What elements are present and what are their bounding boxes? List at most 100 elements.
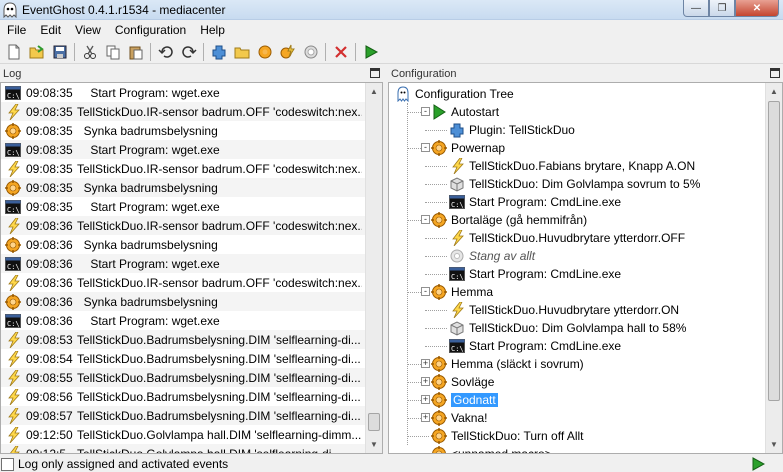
- log-row[interactable]: 09:08:36 Synka badrumsbelysning: [1, 292, 382, 311]
- add-plugin-icon[interactable]: [207, 41, 230, 63]
- tree-node-label: Powernap: [451, 141, 506, 155]
- log-row[interactable]: 09:08:54 TellStickDuo.Badrumsbelysning.DI…: [1, 349, 382, 368]
- menu-view[interactable]: View: [68, 23, 108, 37]
- log-row[interactable]: C:\ 09:08:35 Start Program: wget.exe: [1, 83, 382, 102]
- tree-node[interactable]: Bortaläge (gå hemmifrån): [431, 211, 587, 229]
- tree-node[interactable]: Powernap: [431, 139, 505, 157]
- tree-node-label: Bortaläge (gå hemmifrån): [451, 213, 588, 227]
- log-row[interactable]: 09:12:50 TellStickDuo.Golvlampa hall.DIM …: [1, 425, 382, 444]
- log-message: TellStickDuo.Golvlampa hall.DIM 'selflea…: [77, 446, 342, 454]
- log-row[interactable]: 09:08:56 TellStickDuo.Badrumsbelysning.DI…: [1, 387, 382, 406]
- add-folder-icon[interactable]: [230, 41, 253, 63]
- log-scroll-thumb[interactable]: [368, 413, 380, 431]
- console-icon: C:\: [4, 85, 22, 101]
- tree-node[interactable]: TellStickDuo: Dim Golvlampa sovrum to 5%: [449, 175, 700, 193]
- open-folder-icon[interactable]: [25, 41, 48, 63]
- tree-node[interactable]: Configuration Tree: [395, 85, 514, 103]
- tree-node[interactable]: Godnatt: [431, 391, 498, 409]
- maximize-button[interactable]: ❐: [709, 0, 735, 17]
- tree-node[interactable]: Hemma (släckt i sovrum): [431, 355, 584, 373]
- tree-node[interactable]: TellStickDuo.Huvudbrytare ytterdorr.ON: [449, 301, 679, 319]
- paste-icon[interactable]: [124, 41, 147, 63]
- menu-help[interactable]: Help: [193, 23, 232, 37]
- menu-file[interactable]: File: [0, 23, 33, 37]
- add-event-icon[interactable]: [276, 41, 299, 63]
- tree-node[interactable]: Sovläge: [431, 373, 494, 391]
- tree-node[interactable]: C:\ Start Program: CmdLine.exe: [449, 265, 621, 283]
- log-only-assigned-checkbox[interactable]: [1, 457, 14, 471]
- log-row[interactable]: C:\ 09:08:35 Start Program: wget.exe: [1, 197, 382, 216]
- collapse-icon[interactable]: -: [421, 143, 430, 152]
- tree-node[interactable]: Stang av allt: [449, 247, 535, 265]
- macro-gear-icon: [4, 236, 22, 253]
- scroll-down-icon[interactable]: ▼: [766, 436, 782, 453]
- log-time: 09:08:54: [26, 351, 73, 366]
- new-file-icon[interactable]: [2, 41, 25, 63]
- save-icon[interactable]: [48, 41, 71, 63]
- menu-edit[interactable]: Edit: [33, 23, 68, 37]
- scroll-down-icon[interactable]: ▼: [366, 436, 382, 453]
- config-maximize-icon[interactable]: [770, 68, 780, 78]
- log-row[interactable]: 09:08:57 TellStickDuo.Badrumsbelysning.DI…: [1, 406, 382, 425]
- menu-configuration[interactable]: Configuration: [108, 23, 193, 37]
- tree-node[interactable]: Plugin: TellStickDuo: [449, 121, 575, 139]
- execute-icon[interactable]: [359, 41, 382, 63]
- tree-scrollbar[interactable]: ▲ ▼: [765, 83, 782, 453]
- add-macro-icon[interactable]: [253, 41, 276, 63]
- log-row[interactable]: 09:08:36 Synka badrumsbelysning: [1, 235, 382, 254]
- cut-icon[interactable]: [78, 41, 101, 63]
- expand-icon[interactable]: +: [421, 395, 430, 404]
- tree-node[interactable]: TellStickDuo.Huvudbrytare ytterdorr.OFF: [449, 229, 685, 247]
- expand-icon[interactable]: +: [421, 377, 430, 386]
- tree-node-label: TellStickDuo: Turn off Allt: [451, 429, 584, 443]
- configuration-tree: Configuration Tree Autostart - Plugin: Tell…: [388, 82, 783, 454]
- close-button[interactable]: ✕: [735, 0, 779, 17]
- collapse-icon[interactable]: -: [421, 287, 430, 296]
- collapse-icon[interactable]: -: [421, 107, 430, 116]
- log-row[interactable]: 09:08:55 TellStickDuo.Badrumsbelysning.DI…: [1, 368, 382, 387]
- log-time: 09:08:35: [26, 123, 73, 138]
- add-action-icon[interactable]: [299, 41, 322, 63]
- tree-connector: [425, 274, 447, 275]
- tree-node-label: Configuration Tree: [415, 87, 514, 101]
- tree-node[interactable]: C:\ Start Program: CmdLine.exe: [449, 193, 621, 211]
- log-row[interactable]: C:\ 09:08:36 Start Program: wget.exe: [1, 311, 382, 330]
- tree-node[interactable]: <unnamed macro>: [431, 445, 552, 453]
- tree-scroll-thumb[interactable]: [768, 101, 780, 401]
- tree-node[interactable]: TellStickDuo.Fabians brytare, Knapp A.ON: [449, 157, 695, 175]
- redo-icon[interactable]: [177, 41, 200, 63]
- tree-node-label: Autostart: [451, 105, 500, 119]
- log-scrollbar[interactable]: ▲ ▼: [365, 83, 382, 453]
- play-icon[interactable]: [751, 457, 766, 472]
- log-row[interactable]: 09:08:36 TellStickDuo.IR-sensor badrum.OF…: [1, 273, 382, 292]
- tree-node[interactable]: Vakna!: [431, 409, 487, 427]
- disabled-action-icon: [449, 248, 465, 264]
- log-row[interactable]: 09:08:35 Synka badrumsbelysning: [1, 178, 382, 197]
- expand-icon[interactable]: +: [421, 413, 430, 422]
- log-row[interactable]: 09:08:36 TellStickDuo.IR-sensor badrum.OF…: [1, 216, 382, 235]
- tree-node[interactable]: Autostart: [431, 103, 499, 121]
- collapse-icon[interactable]: -: [421, 215, 430, 224]
- log-row[interactable]: C:\ 09:08:36 Start Program: wget.exe: [1, 254, 382, 273]
- delete-icon[interactable]: [329, 41, 352, 63]
- copy-icon[interactable]: [101, 41, 124, 63]
- tree-node[interactable]: TellStickDuo: Turn off Allt: [431, 427, 584, 445]
- log-row[interactable]: 09:08:53 TellStickDuo.Badrumsbelysning.DI…: [1, 330, 382, 349]
- log-message: Synka badrumsbelysning: [77, 180, 218, 195]
- tree-node[interactable]: C:\ Start Program: CmdLine.exe: [449, 337, 621, 355]
- tree-node[interactable]: Hemma: [431, 283, 493, 301]
- log-row[interactable]: C:\ 09:08:35 Start Program: wget.exe: [1, 140, 382, 159]
- log-time: 09:08:53: [26, 332, 73, 347]
- minimize-button[interactable]: —: [683, 0, 709, 17]
- scroll-up-icon[interactable]: ▲: [366, 83, 382, 100]
- log-row[interactable]: 09:08:35 TellStickDuo.IR-sensor badrum.OF…: [1, 102, 382, 121]
- expand-icon[interactable]: +: [421, 359, 430, 368]
- undo-icon[interactable]: [154, 41, 177, 63]
- log-row[interactable]: 09:12:5 TellStickDuo.Golvlampa hall.DIM '…: [1, 444, 382, 454]
- log-row[interactable]: 09:08:35 TellStickDuo.IR-sensor badrum.OF…: [1, 159, 382, 178]
- log-row[interactable]: 09:08:35 Synka badrumsbelysning: [1, 121, 382, 140]
- log-maximize-icon[interactable]: [370, 68, 380, 78]
- tree-node[interactable]: TellStickDuo: Dim Golvlampa hall to 58%: [449, 319, 686, 337]
- tree-node-label: TellStickDuo: Dim Golvlampa hall to 58%: [469, 321, 687, 335]
- scroll-up-icon[interactable]: ▲: [766, 83, 782, 100]
